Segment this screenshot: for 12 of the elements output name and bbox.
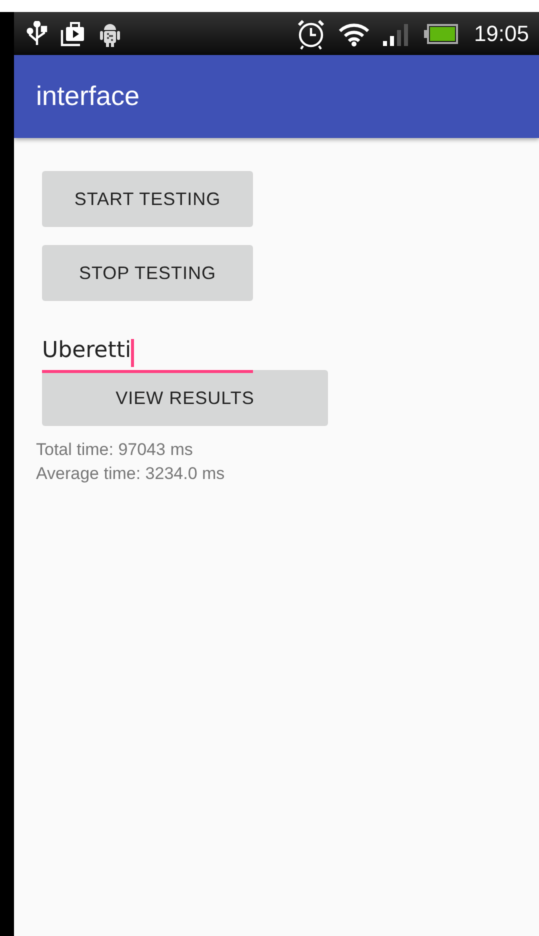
wifi-icon [338,20,370,46]
status-time: 19:05 [474,22,529,44]
result-text: Average time: 3234.0 ms [36,463,225,485]
usb-icon [26,20,48,46]
view-results-button[interactable]: VIEW RESULTS [42,370,328,426]
alarm-clock-icon [296,18,326,50]
briefcase-play-icon [60,20,86,46]
battery-icon [424,22,458,44]
result-text: Total time: 97043 ms [36,439,194,461]
app-title: interface [36,80,140,114]
start-button[interactable]: START TESTING [42,171,253,227]
stop-button[interactable]: STOP TESTING [42,245,253,301]
